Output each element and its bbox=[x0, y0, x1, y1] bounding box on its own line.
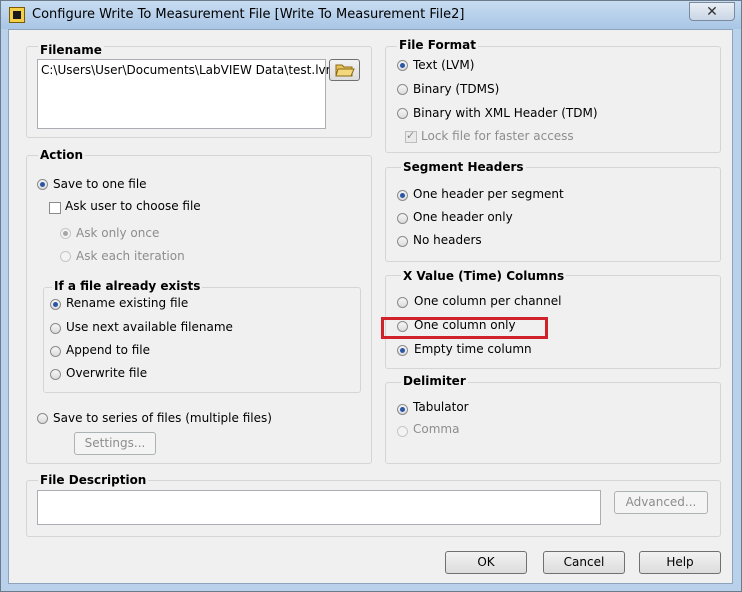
lock-file-checkbox[interactable] bbox=[405, 129, 417, 143]
one-header-per-segment-label: One header per segment bbox=[413, 187, 564, 201]
save-series-radio[interactable] bbox=[37, 413, 48, 424]
close-button[interactable]: ✕ bbox=[689, 2, 735, 21]
no-headers-label: No headers bbox=[413, 233, 482, 247]
save-one-file-radio[interactable] bbox=[37, 179, 48, 190]
cancel-button[interactable]: Cancel bbox=[543, 551, 625, 574]
help-button[interactable]: Help bbox=[639, 551, 721, 574]
empty-time-column-label: Empty time column bbox=[414, 342, 532, 356]
browse-folder-button[interactable] bbox=[329, 59, 360, 81]
tabulator-label: Tabulator bbox=[413, 400, 469, 414]
ask-user-label: Ask user to choose file bbox=[65, 199, 201, 213]
ask-each-iteration-radio[interactable] bbox=[60, 251, 71, 262]
binary-xml-tdm-radio[interactable] bbox=[397, 108, 408, 119]
ask-only-once-label: Ask only once bbox=[76, 226, 160, 240]
one-header-only-radio[interactable] bbox=[397, 213, 408, 224]
text-lvm-label: Text (LVM) bbox=[413, 58, 475, 72]
one-column-per-channel-radio[interactable] bbox=[397, 297, 408, 308]
one-column-per-channel-label: One column per channel bbox=[414, 294, 562, 308]
binary-tdms-radio[interactable] bbox=[397, 84, 408, 95]
next-available-filename-label: Use next available filename bbox=[66, 320, 233, 334]
filename-path-field[interactable]: C:\Users\User\Documents\LabVIEW Data\tes… bbox=[37, 59, 337, 129]
one-header-per-segment-radio[interactable] bbox=[397, 190, 408, 201]
window-title: Configure Write To Measurement File [Wri… bbox=[32, 7, 465, 22]
rename-existing-radio[interactable] bbox=[50, 299, 61, 310]
no-headers-radio[interactable] bbox=[397, 236, 408, 247]
binary-tdms-label: Binary (TDMS) bbox=[413, 82, 500, 96]
advanced-button[interactable]: Advanced... bbox=[614, 491, 708, 514]
action-group-title: Action bbox=[38, 148, 86, 162]
delimiter-group-title: Delimiter bbox=[401, 374, 468, 388]
save-series-label: Save to series of files (multiple files) bbox=[53, 411, 272, 425]
one-header-only-label: One header only bbox=[413, 210, 513, 224]
overwrite-file-radio[interactable] bbox=[50, 369, 61, 380]
file-description-group-title: File Description bbox=[38, 473, 149, 487]
ask-each-iteration-label: Ask each iteration bbox=[76, 249, 185, 263]
lock-file-label: Lock file for faster access bbox=[421, 129, 574, 143]
title-bar[interactable]: Configure Write To Measurement File [Wri… bbox=[1, 1, 741, 29]
settings-button[interactable]: Settings... bbox=[74, 432, 156, 455]
folder-open-icon bbox=[335, 64, 355, 77]
x-value-columns-group-title: X Value (Time) Columns bbox=[401, 269, 567, 283]
ask-user-checkbox[interactable] bbox=[49, 202, 61, 214]
comma-label: Comma bbox=[413, 422, 460, 436]
segment-headers-group-title: Segment Headers bbox=[401, 160, 526, 174]
ok-button[interactable]: OK bbox=[445, 551, 527, 574]
binary-xml-tdm-label: Binary with XML Header (TDM) bbox=[413, 106, 598, 120]
file-format-group-title: File Format bbox=[397, 38, 478, 52]
filename-path-text: C:\Users\User\Documents\LabVIEW Data\tes… bbox=[41, 63, 338, 77]
save-one-file-label: Save to one file bbox=[53, 177, 147, 191]
text-lvm-radio[interactable] bbox=[397, 60, 408, 71]
ask-only-once-radio[interactable] bbox=[60, 228, 71, 239]
file-exists-group-title: If a file already exists bbox=[52, 279, 203, 293]
rename-existing-label: Rename existing file bbox=[66, 296, 189, 310]
comma-radio[interactable] bbox=[397, 426, 408, 437]
append-to-file-radio[interactable] bbox=[50, 346, 61, 357]
append-to-file-label: Append to file bbox=[66, 343, 150, 357]
empty-time-column-radio[interactable] bbox=[397, 345, 408, 356]
labview-vi-icon bbox=[9, 7, 25, 23]
next-available-filename-radio[interactable] bbox=[50, 323, 61, 334]
tabulator-radio[interactable] bbox=[397, 404, 408, 415]
file-description-field[interactable] bbox=[37, 490, 601, 525]
overwrite-file-label: Overwrite file bbox=[66, 366, 148, 380]
highlight-annotation-box bbox=[381, 317, 548, 339]
filename-group-title: Filename bbox=[38, 43, 104, 57]
